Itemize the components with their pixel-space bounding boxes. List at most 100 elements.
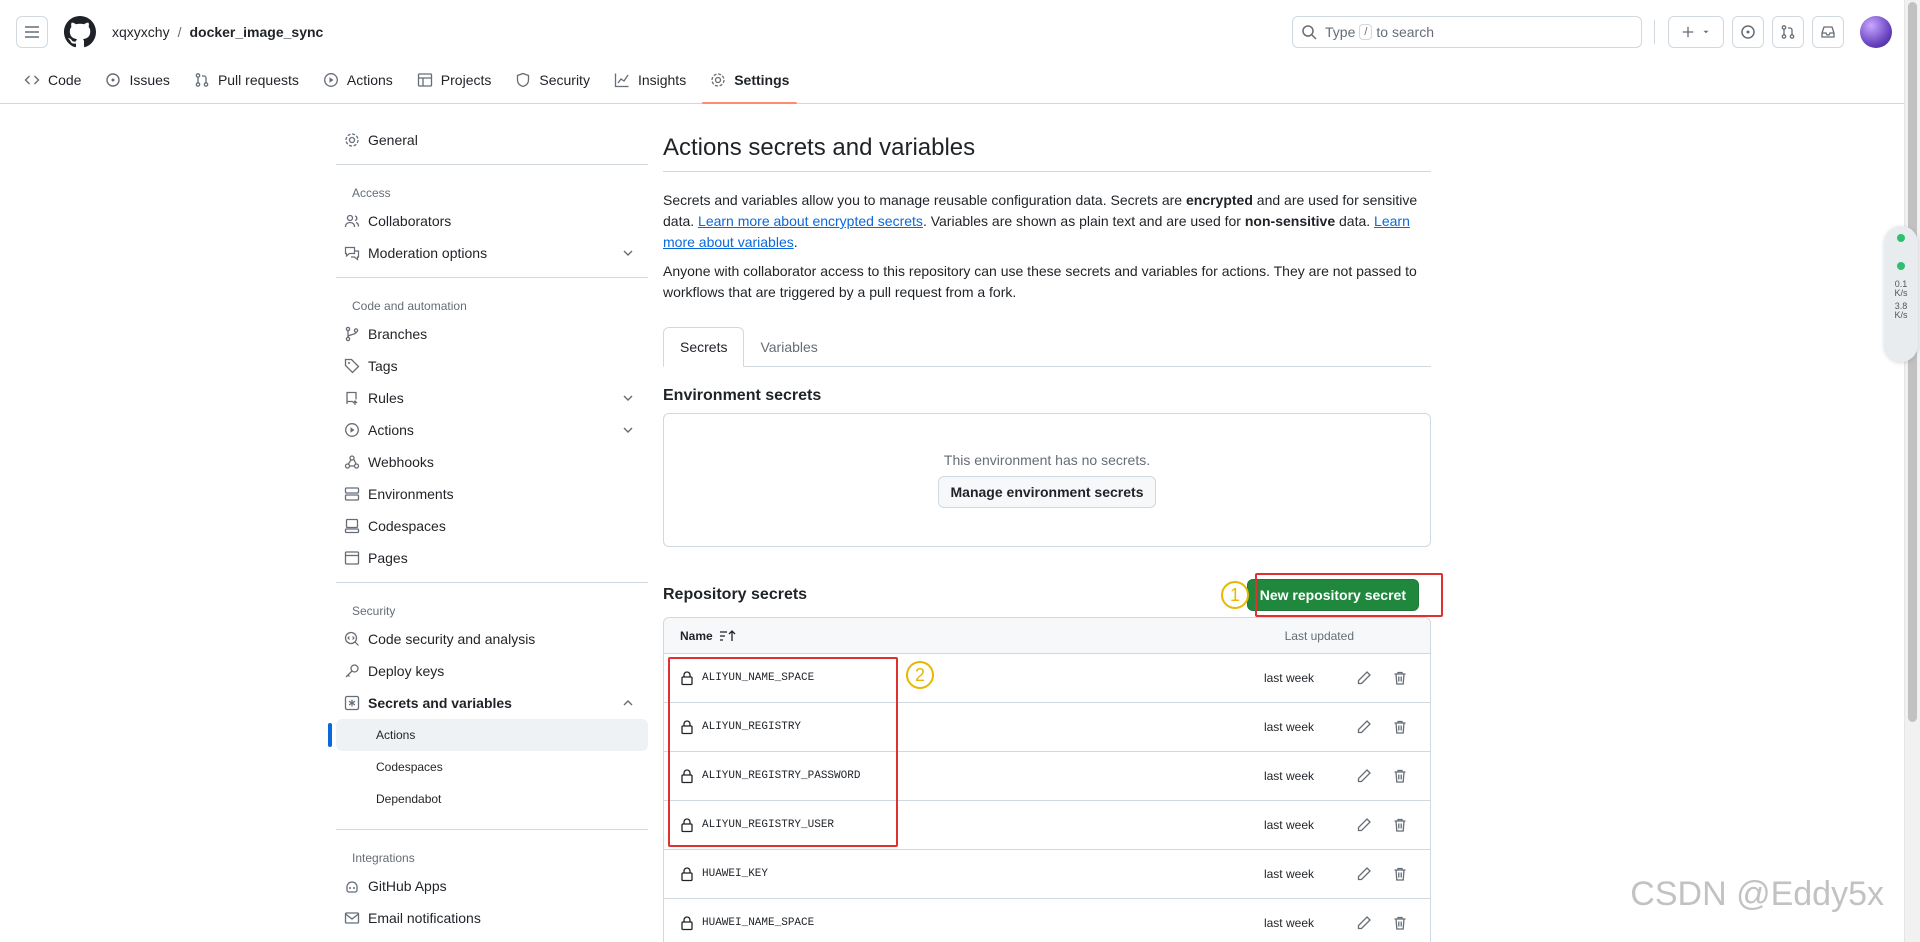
learn-more-secrets-link[interactable]: Learn more about encrypted secrets <box>698 213 923 229</box>
sidebar-item-label: Actions <box>368 422 414 438</box>
sidebar-item-webhooks[interactable]: Webhooks <box>336 446 648 478</box>
sidebar-item-environments[interactable]: Environments <box>336 478 648 510</box>
intro-bold: encrypted <box>1185 192 1253 208</box>
delete-secret-button[interactable] <box>1386 664 1414 692</box>
scrollbar-thumb[interactable] <box>1908 2 1917 722</box>
tab-issues[interactable]: Issues <box>97 64 177 96</box>
secret-updated: last week <box>1263 818 1314 832</box>
column-name-header[interactable]: Name <box>680 629 713 643</box>
page-scrollbar[interactable] <box>1904 0 1920 942</box>
edit-secret-button[interactable] <box>1350 811 1378 839</box>
tab-actions[interactable]: Actions <box>315 64 401 96</box>
people-icon <box>344 214 360 228</box>
intro-paragraph: Secrets and variables allow you to manag… <box>663 190 1431 253</box>
repo-push-icon <box>346 391 358 405</box>
secrets-variables-tabs: Secrets Variables <box>663 327 1431 367</box>
environment-secrets-title: Environment secrets <box>663 387 822 404</box>
trash-icon <box>1394 769 1406 783</box>
column-updated-header: Last updated <box>1284 628 1354 643</box>
repo-name-link[interactable]: docker_image_sync <box>189 24 323 40</box>
tab-insights[interactable]: Insights <box>606 64 694 96</box>
delete-secret-button[interactable] <box>1386 811 1414 839</box>
sidebar-heading-integrations: Integrations <box>352 851 415 865</box>
hamburger-icon <box>25 26 39 38</box>
tab-label: Actions <box>346 72 393 88</box>
sidebar-item-moderation[interactable]: Moderation options <box>336 237 648 269</box>
sidebar-subitem-codespaces[interactable]: Codespaces <box>336 751 648 783</box>
trash-icon <box>1394 867 1406 881</box>
edit-secret-button[interactable] <box>1350 713 1378 741</box>
create-new-button[interactable] <box>1668 16 1724 48</box>
intro-text: . <box>793 234 798 250</box>
sidebar-item-deploy-keys[interactable]: Deploy keys <box>336 655 648 687</box>
github-logo-icon[interactable] <box>64 16 96 48</box>
sidebar-subitem-actions[interactable]: Actions <box>328 719 648 751</box>
edit-secret-button[interactable] <box>1350 909 1378 937</box>
delete-secret-button[interactable] <box>1386 713 1414 741</box>
secret-updated: last week <box>1263 671 1314 685</box>
comment-discussion-icon <box>344 246 360 261</box>
sidebar-item-pages[interactable]: Pages <box>336 542 648 574</box>
repository-secrets-title: Repository secrets <box>663 586 808 603</box>
tab-variables[interactable]: Variables <box>744 327 833 367</box>
issue-icon <box>1741 25 1755 39</box>
owner-link[interactable]: xqxyxchy <box>112 24 170 40</box>
tab-code[interactable]: Code <box>16 64 89 96</box>
tab-settings[interactable]: Settings <box>702 64 798 104</box>
user-avatar[interactable] <box>1860 16 1892 48</box>
delete-secret-button[interactable] <box>1386 762 1414 790</box>
delete-secret-button[interactable] <box>1386 860 1414 888</box>
chevron-down-icon <box>623 395 633 401</box>
sidebar-item-secrets-variables[interactable]: Secrets and variables <box>336 687 648 719</box>
sidebar-subitem-dependabot[interactable]: Dependabot <box>336 783 648 815</box>
pencil-icon <box>1357 867 1371 881</box>
sidebar-item-email-notifications[interactable]: Email notifications <box>336 902 648 934</box>
tag-icon <box>344 358 360 374</box>
tab-secrets[interactable]: Secrets <box>663 327 745 367</box>
sidebar-item-label: Branches <box>368 326 428 342</box>
sidebar-item-branches[interactable]: Branches <box>336 318 648 350</box>
search-icon <box>1302 25 1317 40</box>
sidebar-item-label: Codespaces <box>368 518 446 534</box>
sort-asc-icon[interactable] <box>719 629 737 643</box>
edit-secret-button[interactable] <box>1350 664 1378 692</box>
sidebar-item-collaborators[interactable]: Collaborators <box>336 205 648 237</box>
sidebar-item-label: Environments <box>368 486 454 502</box>
sidebar-item-tags[interactable]: Tags <box>336 350 648 382</box>
inbox-icon <box>1821 26 1835 38</box>
sidebar-item-rules[interactable]: Rules <box>336 382 648 414</box>
tab-projects[interactable]: Projects <box>409 64 500 96</box>
edit-secret-button[interactable] <box>1350 762 1378 790</box>
gear-icon <box>345 133 359 147</box>
sidebar-item-codespaces[interactable]: Codespaces <box>336 510 648 542</box>
tab-pull-requests[interactable]: Pull requests <box>186 64 307 96</box>
search-input[interactable]: Type / to search <box>1292 16 1642 48</box>
secret-updated: last week <box>1263 916 1314 930</box>
sidebar-item-github-apps[interactable]: GitHub Apps <box>336 870 648 902</box>
search-suffix: to search <box>1376 24 1435 40</box>
issues-button[interactable] <box>1732 16 1764 48</box>
sidebar-divider <box>336 582 648 583</box>
pencil-icon <box>1357 671 1371 685</box>
sidebar-divider <box>336 829 648 830</box>
tab-security[interactable]: Security <box>507 64 598 96</box>
inbox-button[interactable] <box>1812 16 1844 48</box>
manage-environment-secrets-button[interactable]: Manage environment secrets <box>937 476 1157 508</box>
sidebar-item-actions[interactable]: Actions <box>336 414 648 446</box>
sidebar-item-label: Tags <box>368 358 398 374</box>
network-speed-widget[interactable]: 0.1 K/s 3.8 K/s <box>1884 226 1918 362</box>
pull-requests-button[interactable] <box>1772 16 1804 48</box>
table-icon <box>417 73 432 87</box>
sidebar-item-code-security[interactable]: Code security and analysis <box>336 623 648 655</box>
download-speed: 3.8 K/s <box>1894 302 1907 320</box>
trash-icon <box>1394 916 1406 930</box>
sidebar-item-general[interactable]: General <box>336 124 648 156</box>
edit-secret-button[interactable] <box>1350 860 1378 888</box>
mail-icon <box>344 912 360 924</box>
delete-secret-button[interactable] <box>1386 909 1414 937</box>
main-content: Actions secrets and variables Secrets an… <box>663 124 1443 942</box>
secret-updated: last week <box>1263 769 1314 783</box>
repository-secrets-table: Name Last updated ALIYUN_NAME_SPACE last … <box>663 617 1431 942</box>
pull-request-icon <box>195 73 209 87</box>
menu-button[interactable] <box>16 16 48 48</box>
